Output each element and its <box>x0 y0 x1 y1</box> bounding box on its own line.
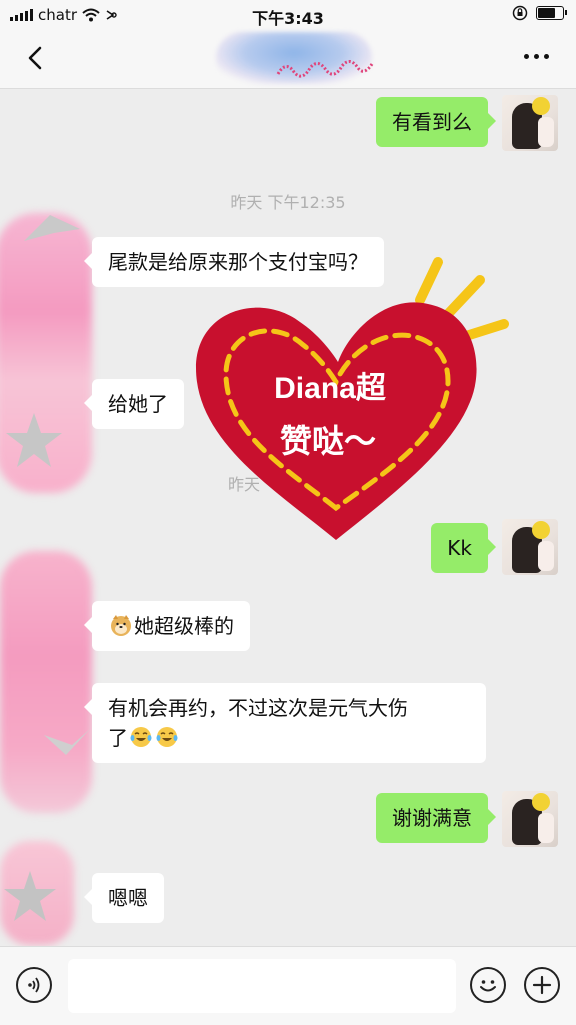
tears-of-joy-emoji-icon <box>130 727 152 747</box>
nav-bar <box>0 30 576 89</box>
star-decoration-icon <box>6 413 62 467</box>
message-text: 了 <box>108 726 128 750</box>
voice-button[interactable] <box>16 967 52 1003</box>
heart-sticker: Diana超 赞哒～ <box>196 257 509 540</box>
contact-avatar-obscured <box>0 551 92 813</box>
chevron-left-icon <box>28 46 42 70</box>
plus-icon <box>532 975 552 995</box>
message-bubble-other[interactable]: 有机会再约，不过这次是元气大伤 了 <box>84 683 486 763</box>
title-decoration <box>276 60 374 78</box>
plus-button[interactable] <box>524 967 560 1003</box>
input-bar <box>0 946 576 1025</box>
voice-icon <box>28 977 40 993</box>
star-decoration-icon <box>4 871 56 921</box>
message-text: 她超级棒的 <box>134 614 234 638</box>
more-dot <box>543 53 549 59</box>
message-text: 给她了 <box>108 392 168 416</box>
sticker-text-line2: 赞哒～ <box>280 423 376 459</box>
self-avatar[interactable] <box>502 791 558 847</box>
rotation-lock-icon <box>512 5 528 21</box>
doge-emoji-icon <box>111 615 131 636</box>
status-bar: chatr 下午3:43 <box>0 0 576 30</box>
message-bubble-other[interactable]: 嗯嗯 <box>84 873 164 923</box>
message-text: 嗯嗯 <box>108 886 148 910</box>
back-button[interactable] <box>22 42 52 74</box>
timestamp: 昨天 下午12:35 <box>230 193 346 212</box>
status-time: 下午3:43 <box>252 9 324 28</box>
message-text-line-2: 了 <box>108 723 470 753</box>
emoji-button[interactable] <box>470 967 506 1003</box>
message-text: 谢谢满意 <box>392 806 472 830</box>
battery-icon <box>536 6 567 20</box>
sticker-text-line1: Diana超 <box>274 372 387 405</box>
smile-icon <box>480 980 496 992</box>
message-bubble-other[interactable]: 给她了 <box>84 379 184 429</box>
status-right <box>512 5 567 21</box>
message-bubble-other[interactable]: 她超级棒的 <box>84 601 250 651</box>
message-bubble-self[interactable]: 有看到么 <box>376 97 496 147</box>
more-dot <box>533 53 539 59</box>
message-input[interactable] <box>68 959 456 1013</box>
message-text: 有看到么 <box>392 110 472 134</box>
message-bubble-self[interactable]: 谢谢满意 <box>376 793 496 843</box>
tears-of-joy-emoji-icon <box>156 727 178 747</box>
more-button[interactable] <box>518 46 554 66</box>
message-text: 有机会再约，不过这次是元气大伤 <box>108 696 408 720</box>
self-avatar[interactable] <box>502 95 558 151</box>
star-decoration-icon <box>24 215 80 241</box>
more-dot <box>523 53 529 59</box>
star-decoration-icon <box>44 729 90 755</box>
